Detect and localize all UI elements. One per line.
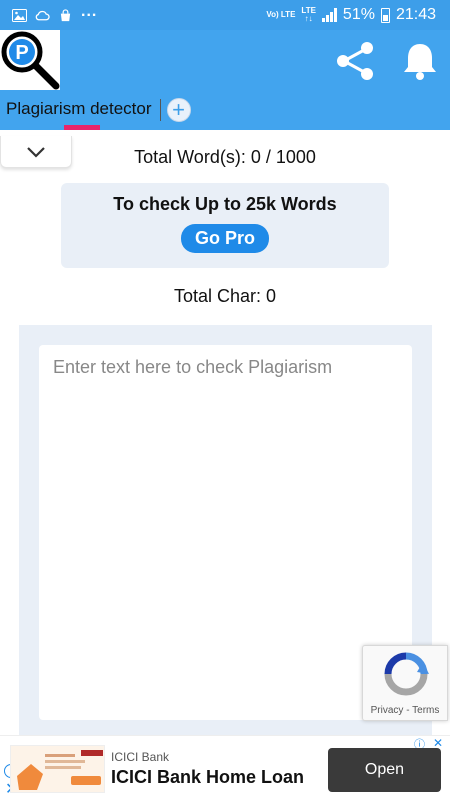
lte-indicator: LTE ↑↓ — [301, 6, 316, 23]
share-icon[interactable] — [334, 40, 376, 82]
gallery-icon — [12, 8, 27, 22]
plagiarism-magnifier-icon: P — [1, 31, 60, 90]
clock: 21:43 — [395, 6, 436, 23]
char-count: Total Char: 0 — [173, 286, 277, 306]
add-tab-button[interactable]: + — [166, 97, 191, 122]
signal-icon — [321, 8, 337, 22]
battery-icon — [380, 7, 390, 23]
go-pro-button[interactable]: Go Pro — [180, 224, 269, 253]
recaptcha-badge[interactable]: Privacy - Terms — [362, 645, 448, 721]
system-icons: Vo) LTE LTE ↑↓ 51% 21:43 — [266, 6, 450, 24]
volte-indicator: Vo) LTE — [266, 10, 296, 19]
word-count: Total Word(s): 0 / 1000 — [134, 147, 316, 167]
tab-separator — [159, 99, 161, 121]
svg-text:P: P — [15, 42, 28, 64]
ad-image[interactable] — [10, 745, 105, 793]
plus-icon: + — [172, 97, 185, 122]
app-bar: P Plagiarism detector + — [0, 30, 450, 130]
bell-icon[interactable] — [402, 41, 438, 81]
ad-banner[interactable]: ⓘ ✕ i ✕ ICICI Bank ICICI Bank Home Loan … — [0, 735, 450, 800]
ad-graphic — [11, 746, 104, 792]
recaptcha-links[interactable]: Privacy - Terms — [363, 705, 447, 716]
pro-upsell-text: To check Up to 25k Words — [113, 194, 337, 214]
status-bar: ... Vo) LTE LTE ↑↓ 51% 21:43 — [0, 0, 450, 30]
battery-percent: 51% — [342, 6, 375, 23]
text-input-area[interactable]: Enter text here to check Plagiarism — [39, 345, 412, 720]
pro-upsell-card: To check Up to 25k Words Go Pro — [61, 183, 389, 268]
active-tab-indicator — [64, 125, 100, 130]
ad-open-button[interactable]: Open — [328, 748, 441, 792]
ad-advertiser: ICICI Bank — [111, 750, 170, 764]
tab-bar: Plagiarism detector + — [0, 90, 191, 130]
tab-label: Plagiarism detector — [6, 99, 152, 118]
header-actions — [334, 40, 438, 82]
bag-icon — [60, 8, 71, 21]
notification-icons: ... — [0, 3, 97, 22]
more-notifications: ... — [81, 3, 98, 20]
tab-plagiarism-detector[interactable]: Plagiarism detector — [0, 90, 158, 130]
app-logo[interactable]: P — [0, 30, 60, 90]
recaptcha-icon — [384, 652, 429, 696]
cloud-icon — [35, 10, 50, 20]
ad-headline: ICICI Bank Home Loan — [111, 767, 305, 787]
